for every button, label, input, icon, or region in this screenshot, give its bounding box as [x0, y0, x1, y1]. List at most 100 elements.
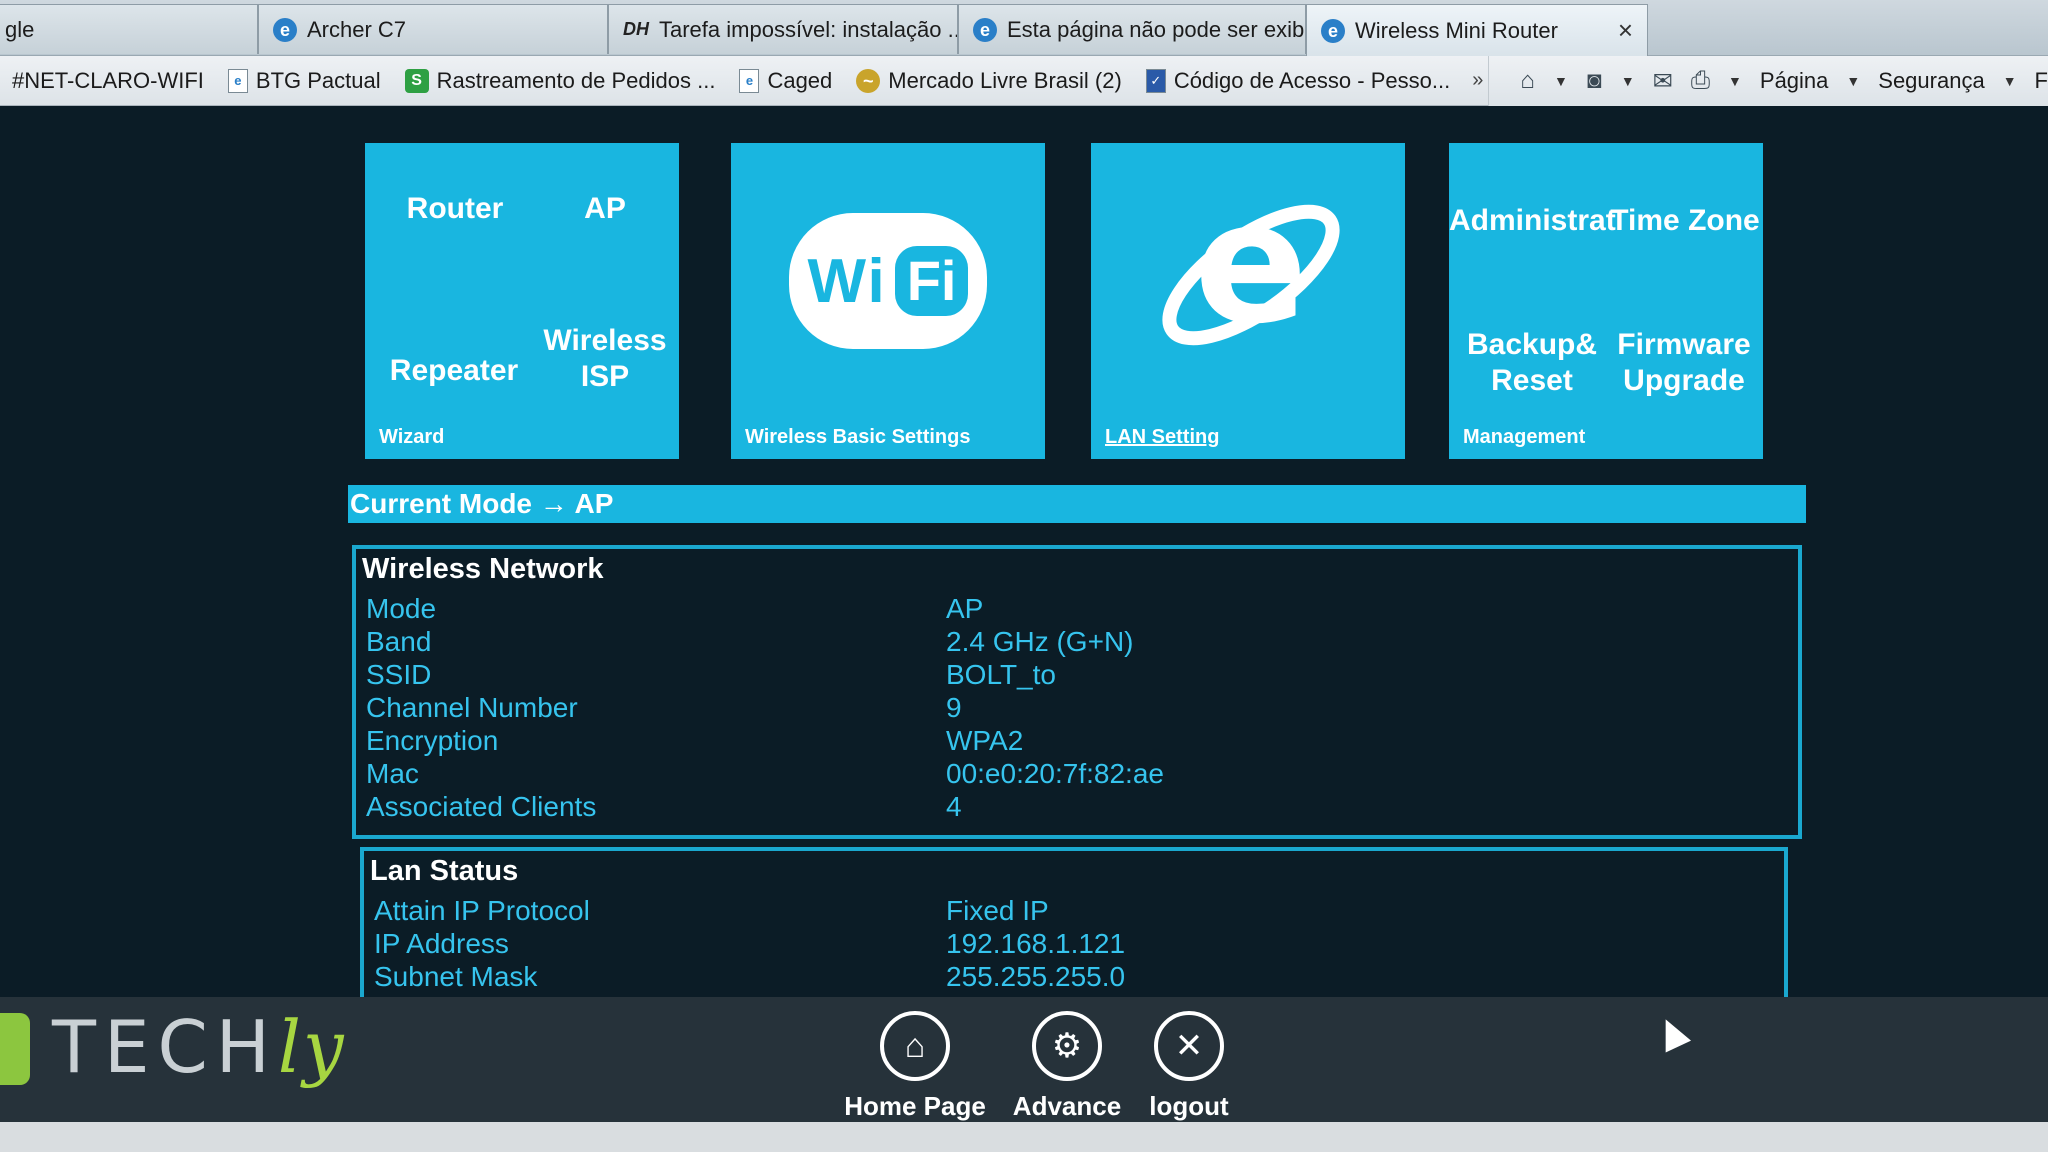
info-row: Mac 00:e0:20:7f:82:ae [356, 758, 1798, 791]
rss-feed-icon[interactable]: ◙ [1586, 66, 1603, 96]
monitor-bottom-edge [0, 1122, 2048, 1152]
info-key: Encryption [366, 725, 499, 756]
home-page-button[interactable]: ⌂ Home Page [840, 1011, 990, 1122]
info-key: Attain IP Protocol [374, 895, 590, 926]
administrator-option[interactable]: Administrat [1449, 203, 1616, 239]
favorite-codigo-de-acesso[interactable]: ✓ Código de Acesso - Pesso... [1134, 68, 1462, 94]
tab-error-page[interactable]: e Esta página não pode ser exibi... [958, 4, 1306, 54]
mail-icon[interactable]: ✉ [1653, 66, 1673, 96]
chevron-down-icon: ▼ [1846, 73, 1861, 89]
close-icon: ✕ [1154, 1011, 1224, 1081]
info-value: 192.168.1.121 [946, 928, 1126, 959]
chevron-down-icon[interactable]: ▼ [1621, 73, 1635, 89]
print-icon[interactable]: ⎙ [1691, 66, 1710, 96]
logo-suffix: ly [277, 1005, 346, 1089]
bank-icon: ✓ [1145, 68, 1166, 93]
logout-button[interactable]: ✕ logout [1114, 1011, 1264, 1122]
wizard-repeater-option[interactable]: Repeater [379, 353, 529, 389]
logo-text: TECH [52, 1005, 278, 1089]
favorite-label: Caged [767, 67, 833, 93]
chevron-down-icon[interactable]: ▼ [1728, 73, 1742, 89]
wifi-logo-text: Fi [894, 246, 969, 316]
favorite-net-claro-wifi[interactable]: #NET-CLARO-WIFI [0, 68, 216, 94]
lan-caption[interactable]: LAN Setting [1105, 426, 1219, 449]
info-row: Subnet Mask 255.255.255.0 [364, 961, 1784, 994]
lan-status-title: Lan Status [370, 855, 519, 887]
home-icon[interactable]: ⌂ [1519, 66, 1536, 96]
ie-icon: e [973, 17, 997, 42]
info-row: Encryption WPA2 [356, 725, 1798, 758]
favorite-btg-pactual[interactable]: e BTG Pactual [216, 68, 393, 94]
wireless-network-panel: Wireless Network Mode AP Band 2.4 GHz (G… [352, 545, 1802, 839]
browser-tab-bar: gle e Archer C7 DH Tarefa impossível: in… [0, 0, 2048, 56]
tab-tarefa[interactable]: DH Tarefa impossível: instalação ... [608, 4, 958, 54]
site-icon: DH [623, 19, 649, 39]
page-menu[interactable]: Página [1760, 68, 1829, 94]
favorite-label: Rastreamento de Pedidos ... [436, 67, 716, 93]
info-key: Subnet Mask [374, 961, 538, 992]
management-caption: Management [1463, 426, 1586, 448]
gear-icon: ⚙ [1032, 1011, 1102, 1081]
tab-google[interactable]: gle [0, 4, 258, 54]
home-page-label: Home Page [844, 1091, 986, 1121]
wifi-icon: Wi Fi [789, 213, 987, 349]
chevron-down-icon[interactable]: ▼ [1554, 73, 1568, 89]
tab-label: gle [5, 16, 35, 42]
lan-status-panel: Lan Status Attain IP Protocol Fixed IP I… [360, 847, 1788, 1017]
info-row: IP Address 192.168.1.121 [364, 928, 1784, 961]
info-value: WPA2 [946, 725, 1024, 756]
info-key: IP Address [374, 928, 509, 959]
close-tab-icon[interactable]: × [1618, 15, 1633, 46]
info-key: Channel Number [366, 692, 578, 723]
current-mode-bar: Current Mode → AP [348, 485, 1806, 523]
time-zone-option[interactable]: Time Zone [1607, 203, 1763, 239]
favorite-label: Código de Acesso - Pesso... [1173, 67, 1451, 93]
tab-label: Archer C7 [307, 16, 407, 42]
favorite-mercado-livre[interactable]: ~ Mercado Livre Brasil (2) [844, 68, 1134, 94]
info-value: AP [946, 593, 984, 624]
management-tile[interactable]: Administrat Time Zone Backup& Reset Firm… [1449, 143, 1763, 459]
wireless-basic-settings-tile[interactable]: Wi Fi Wireless Basic Settings [731, 143, 1045, 459]
handshake-icon: ~ [856, 68, 881, 93]
wifi-logo-text: Wi [807, 246, 887, 316]
info-row: Channel Number 9 [356, 692, 1798, 725]
page-icon: e [227, 68, 248, 93]
info-value: 9 [946, 692, 962, 723]
techly-logo: TECHly [52, 1005, 346, 1089]
wizard-ap-option[interactable]: AP [545, 191, 665, 227]
info-row: Band 2.4 GHz (G+N) [356, 626, 1798, 659]
tab-archer-c7[interactable]: e Archer C7 [258, 4, 608, 54]
shipping-icon: S [404, 68, 429, 93]
techly-logo-mark [0, 1013, 30, 1085]
backup-reset-option[interactable]: Backup& Reset [1457, 327, 1607, 399]
wireless-network-title: Wireless Network [362, 553, 604, 585]
favorite-caged[interactable]: e Caged [727, 68, 844, 94]
firmware-upgrade-option[interactable]: Firmware Upgrade [1609, 327, 1759, 399]
security-menu[interactable]: Segurança [1878, 68, 1984, 94]
favorites-more-chevron[interactable]: » [1472, 69, 1483, 92]
more-menu[interactable]: F [2035, 68, 2048, 94]
wizard-wisp-option[interactable]: Wireless ISP [535, 323, 675, 395]
wireless-caption: Wireless Basic Settings [745, 426, 971, 448]
ie-icon: e [1321, 18, 1345, 43]
wizard-router-option[interactable]: Router [395, 191, 515, 227]
info-row: Associated Clients 4 [356, 791, 1798, 824]
tab-wireless-mini-router[interactable]: e Wireless Mini Router × [1306, 4, 1648, 56]
info-value: 255.255.255.0 [946, 961, 1126, 992]
info-value: 00:e0:20:7f:82:ae [946, 758, 1164, 789]
info-key: SSID [366, 659, 432, 690]
internet-explorer-icon: e [1162, 165, 1340, 361]
tab-label: Esta página não pode ser exibi... [1007, 16, 1306, 42]
wizard-tile[interactable]: Router AP Repeater Wireless ISP Wizard [365, 143, 679, 459]
home-icon: ⌂ [880, 1011, 950, 1081]
favorite-label: BTG Pactual [255, 67, 381, 93]
info-row: Mode AP [356, 593, 1798, 626]
tab-label: Wireless Mini Router [1355, 17, 1558, 43]
wizard-caption: Wizard [379, 426, 445, 448]
favorite-label: Mercado Livre Brasil (2) [888, 67, 1122, 93]
favorite-rastreamento[interactable]: S Rastreamento de Pedidos ... [393, 68, 728, 94]
chevron-down-icon: ▼ [2002, 73, 2017, 89]
lan-setting-tile[interactable]: e LAN Setting [1091, 143, 1405, 459]
info-key: Band [366, 626, 432, 657]
info-row: Attain IP Protocol Fixed IP [364, 895, 1784, 928]
